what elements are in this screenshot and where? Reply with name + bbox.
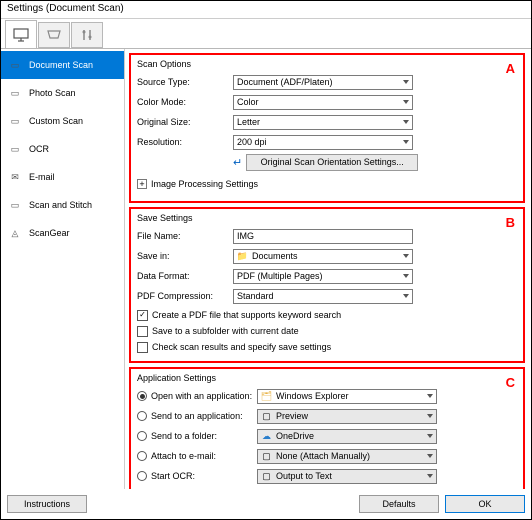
- send-to-folder-label: Send to a folder:: [151, 431, 217, 441]
- explorer-icon: 🗂: [261, 391, 272, 402]
- sidebar-item-scangear[interactable]: ◬ ScanGear: [1, 219, 124, 247]
- main-panel: A Scan Options Source Type:Document (ADF…: [125, 49, 531, 489]
- defaults-button[interactable]: Defaults: [359, 495, 439, 513]
- tab-bar: [1, 19, 531, 49]
- sidebar-item-ocr[interactable]: ▭ OCR: [1, 135, 124, 163]
- window-title: Settings (Document Scan): [1, 1, 531, 19]
- source-type-select[interactable]: Document (ADF/Platen): [233, 75, 413, 90]
- sidebar-item-label: ScanGear: [29, 228, 70, 238]
- ok-button[interactable]: OK: [445, 495, 525, 513]
- sidebar-item-email[interactable]: ✉ E-mail: [1, 163, 124, 191]
- send-to-app-label: Send to an application:: [151, 411, 243, 421]
- open-with-select[interactable]: 🗂Windows Explorer: [257, 389, 437, 404]
- save-in-select[interactable]: 📁Documents: [233, 249, 413, 264]
- resolution-label: Resolution:: [137, 137, 233, 147]
- sidebar-item-document-scan[interactable]: ▭ Document Scan: [1, 51, 124, 79]
- return-icon: ↵: [233, 156, 242, 169]
- check-results-label: Check scan results and specify save sett…: [152, 342, 331, 352]
- sidebar-item-scan-stitch[interactable]: ▭ Scan and Stitch: [1, 191, 124, 219]
- subfolder-label: Save to a subfolder with current date: [152, 326, 299, 336]
- image-processing-label[interactable]: Image Processing Settings: [151, 179, 258, 189]
- text-icon: ▢: [261, 471, 272, 482]
- tab-general-settings[interactable]: [71, 22, 103, 48]
- application-settings-title: Application Settings: [137, 373, 517, 383]
- data-format-select[interactable]: PDF (Multiple Pages): [233, 269, 413, 284]
- save-in-label: Save in:: [137, 251, 233, 261]
- stitch-icon: ▭: [7, 198, 23, 212]
- sidebar-item-photo-scan[interactable]: ▭ Photo Scan: [1, 79, 124, 107]
- scangear-icon: ◬: [7, 226, 23, 240]
- send-to-app-radio[interactable]: [137, 411, 147, 421]
- onedrive-icon: ☁: [261, 431, 272, 442]
- scan-options-group: A Scan Options Source Type:Document (ADF…: [129, 53, 525, 203]
- check-results-checkbox[interactable]: [137, 342, 148, 353]
- expand-icon[interactable]: +: [137, 179, 147, 189]
- keyword-search-label: Create a PDF file that supports keyword …: [152, 310, 341, 320]
- source-type-label: Source Type:: [137, 77, 233, 87]
- sidebar-item-label: Photo Scan: [29, 88, 76, 98]
- folder-icon: 📁: [237, 251, 248, 262]
- attach-email-radio[interactable]: [137, 451, 147, 461]
- tools-icon: [78, 28, 96, 42]
- send-to-app-select[interactable]: ▢Preview: [257, 409, 437, 424]
- annotation-b: B: [506, 215, 515, 230]
- annotation-c: C: [506, 375, 515, 390]
- save-settings-title: Save Settings: [137, 213, 517, 223]
- start-ocr-radio[interactable]: [137, 471, 147, 481]
- sidebar-item-label: Scan and Stitch: [29, 200, 92, 210]
- open-with-label: Open with an application:: [151, 391, 252, 401]
- sidebar: ▭Document Scan ▭Photo Scan ▭Custom Scan …: [1, 49, 125, 489]
- application-settings-group: C Application Settings Open with an appl…: [129, 367, 525, 489]
- photo-icon: ▭: [7, 86, 23, 100]
- sidebar-item-label: Custom Scan: [29, 116, 83, 126]
- orientation-settings-button[interactable]: Original Scan Orientation Settings...: [246, 154, 418, 171]
- color-mode-label: Color Mode:: [137, 97, 233, 107]
- send-to-folder-radio[interactable]: [137, 431, 147, 441]
- data-format-label: Data Format:: [137, 271, 233, 281]
- color-mode-select[interactable]: Color: [233, 95, 413, 110]
- annotation-a: A: [506, 61, 515, 76]
- scan-options-title: Scan Options: [137, 59, 517, 69]
- ocr-icon: ▭: [7, 142, 23, 156]
- start-ocr-label: Start OCR:: [151, 471, 195, 481]
- tab-scan-from-panel[interactable]: [38, 22, 70, 48]
- preview-icon: ▢: [261, 411, 272, 422]
- attach-icon: ▢: [261, 451, 272, 462]
- email-icon: ✉: [7, 170, 23, 184]
- file-name-label: File Name:: [137, 231, 233, 241]
- save-settings-group: B Save Settings File Name:IMG Save in:📁D…: [129, 207, 525, 363]
- sidebar-item-label: OCR: [29, 144, 49, 154]
- original-size-select[interactable]: Letter: [233, 115, 413, 130]
- sidebar-item-label: E-mail: [29, 172, 55, 182]
- send-to-folder-select[interactable]: ☁OneDrive: [257, 429, 437, 444]
- document-icon: ▭: [7, 58, 23, 72]
- file-name-input[interactable]: IMG: [233, 229, 413, 244]
- attach-email-select[interactable]: ▢None (Attach Manually): [257, 449, 437, 464]
- original-size-label: Original Size:: [137, 117, 233, 127]
- attach-email-label: Attach to e-mail:: [151, 451, 216, 461]
- subfolder-checkbox[interactable]: [137, 326, 148, 337]
- tab-scan-from-computer[interactable]: [5, 20, 37, 48]
- start-ocr-select[interactable]: ▢Output to Text: [257, 469, 437, 484]
- monitor-icon: [12, 28, 30, 42]
- custom-icon: ▭: [7, 114, 23, 128]
- sidebar-item-custom-scan[interactable]: ▭ Custom Scan: [1, 107, 124, 135]
- keyword-search-checkbox[interactable]: ✓: [137, 310, 148, 321]
- scanner-icon: [45, 28, 63, 42]
- pdf-compression-select[interactable]: Standard: [233, 289, 413, 304]
- sidebar-item-label: Document Scan: [29, 60, 93, 70]
- instructions-button[interactable]: Instructions: [7, 495, 87, 513]
- open-with-radio[interactable]: [137, 391, 147, 401]
- pdf-compression-label: PDF Compression:: [137, 291, 233, 301]
- resolution-select[interactable]: 200 dpi: [233, 135, 413, 150]
- footer: Instructions Defaults OK: [1, 493, 531, 515]
